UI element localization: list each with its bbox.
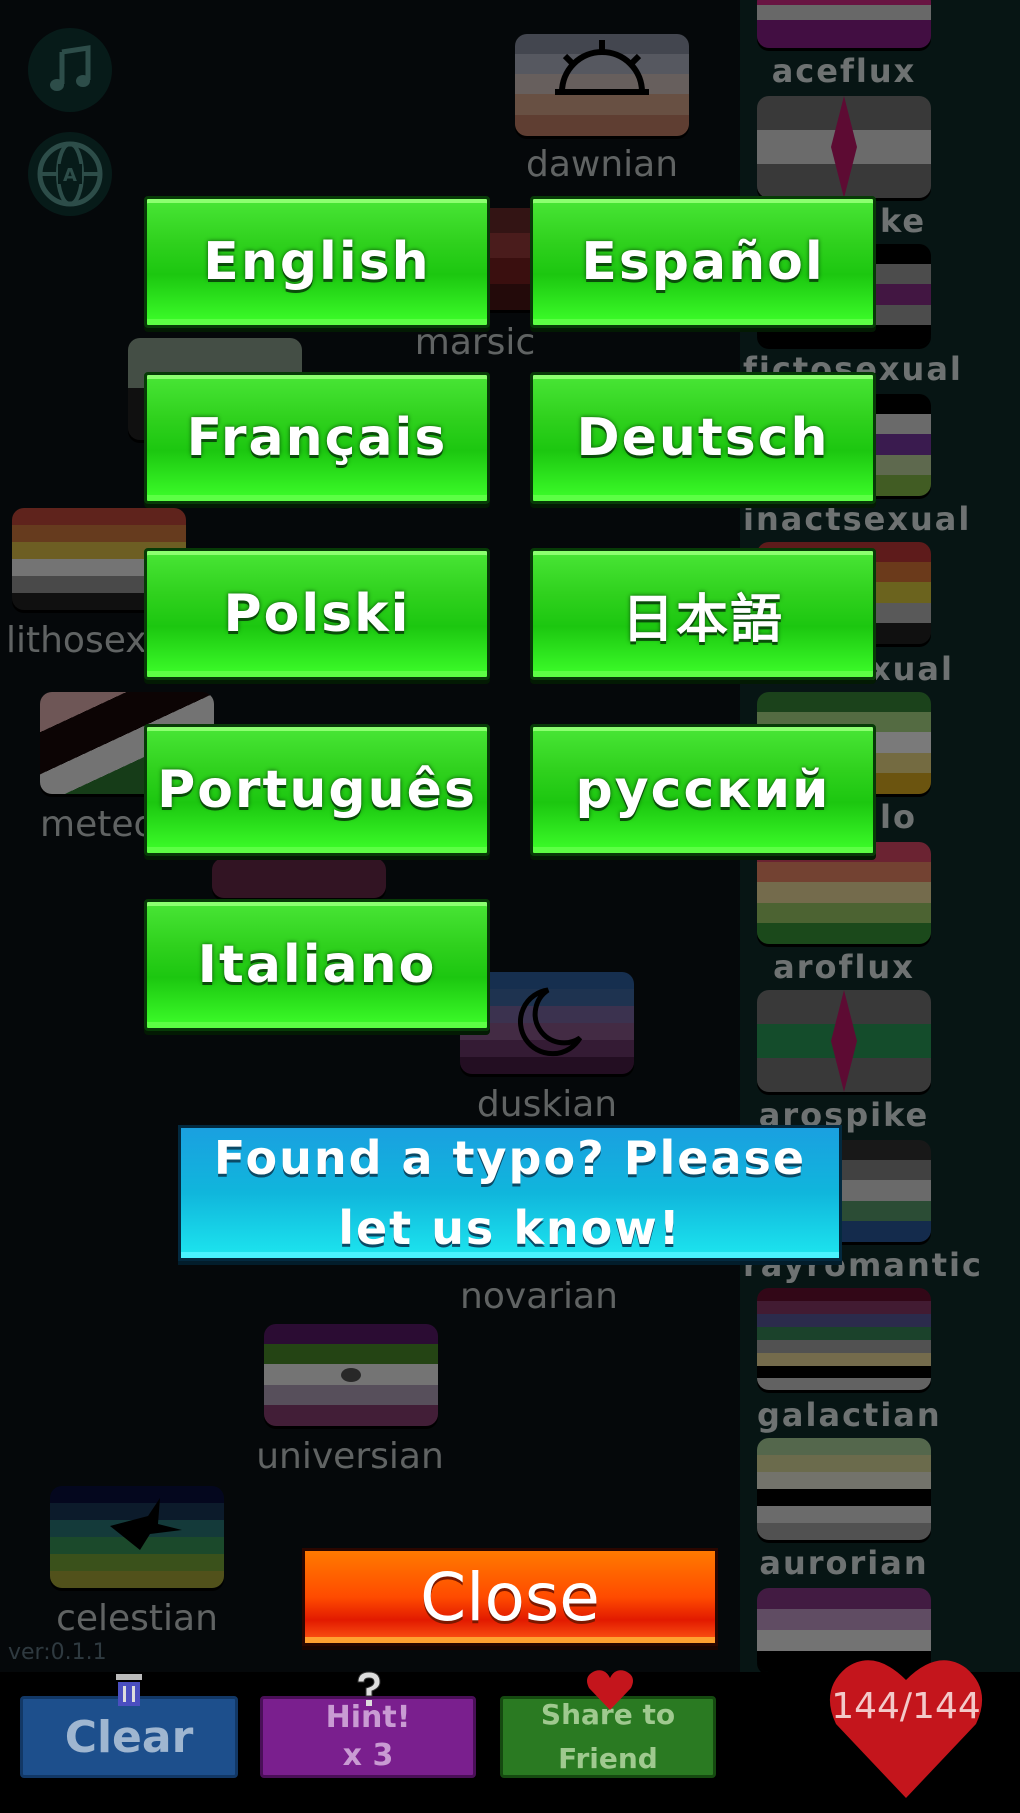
clear-label: Clear xyxy=(64,1711,194,1763)
question-mark-icon xyxy=(357,1671,381,1706)
version-label: ver:0.1.1 xyxy=(8,1640,107,1665)
language-option-portugues[interactable]: Português xyxy=(144,724,490,856)
share-label-line2: Friend xyxy=(558,1742,658,1775)
language-option-italiano[interactable]: Italiano xyxy=(144,899,490,1031)
hint-button[interactable]: Hint! x 3 xyxy=(260,1696,476,1778)
clear-button[interactable]: Clear xyxy=(20,1696,238,1778)
report-typo-line2: let us know! xyxy=(338,1201,682,1255)
language-option-polski[interactable]: Polski xyxy=(144,548,490,680)
language-option-deutsch[interactable]: Deutsch xyxy=(530,372,876,504)
progress-counter: 144/144 xyxy=(831,1686,981,1727)
hint-label-line2: x 3 xyxy=(342,1738,394,1773)
language-option-russian[interactable]: русский xyxy=(530,724,876,856)
language-option-japanese[interactable]: 日本語 xyxy=(530,548,876,680)
report-typo-button[interactable]: Found a typo? Please let us know! xyxy=(178,1125,842,1261)
language-option-english[interactable]: English xyxy=(144,196,490,328)
language-option-francais[interactable]: Français xyxy=(144,372,490,504)
heart-icon xyxy=(587,1670,633,1710)
close-button[interactable]: Close xyxy=(302,1548,718,1646)
report-typo-line1: Found a typo? Please xyxy=(213,1131,807,1185)
language-option-espanol[interactable]: Español xyxy=(530,196,876,328)
trash-icon xyxy=(116,1674,142,1706)
